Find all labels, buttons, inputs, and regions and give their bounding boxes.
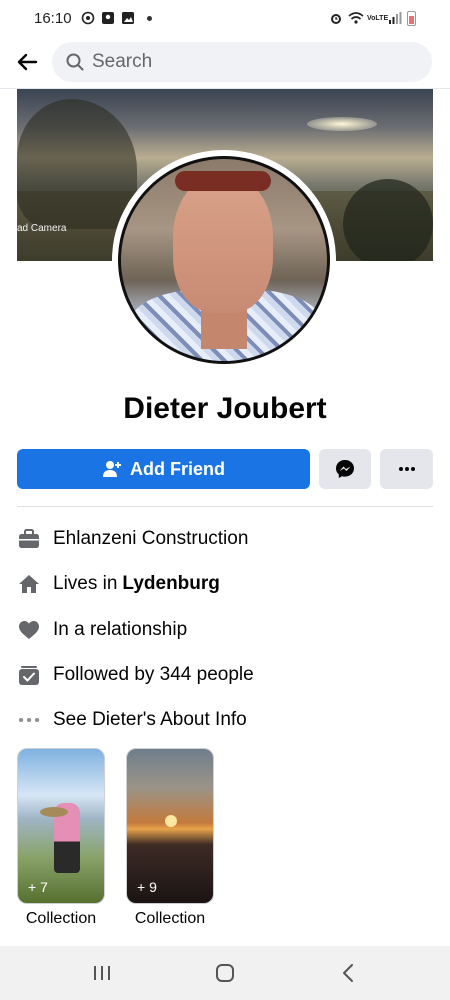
add-friend-label: Add Friend — [130, 458, 225, 479]
house-icon — [17, 572, 41, 596]
add-person-icon — [103, 461, 121, 477]
followers-text: Followed by 344 people — [53, 664, 254, 685]
profile-picture[interactable] — [112, 150, 336, 370]
shield-app-icon — [101, 11, 115, 25]
collection-count: + 9 — [137, 879, 157, 895]
thumb-fish — [40, 807, 68, 817]
home-icon — [215, 964, 234, 982]
search-placeholder: Search — [92, 51, 153, 72]
notification-dot — [146, 15, 152, 21]
briefcase-icon — [17, 527, 41, 551]
volte-icon: VoLTE — [367, 14, 389, 22]
more-options-button[interactable] — [380, 449, 433, 489]
info-followers: Followed by 344 people — [17, 660, 433, 690]
avatar-image — [118, 156, 330, 364]
avatar-face — [173, 175, 273, 313]
recent-apps-button[interactable] — [82, 953, 122, 993]
nav-back-icon — [343, 964, 354, 982]
image-icon — [121, 11, 135, 25]
thumb-sun — [165, 815, 177, 827]
recent-apps-icon — [93, 966, 110, 980]
alarm-icon — [329, 11, 343, 25]
home-button[interactable] — [205, 953, 245, 993]
signal-icon — [388, 11, 402, 25]
collection-thumbnail: + 7 — [17, 748, 105, 904]
collection-label: Collection — [25, 910, 97, 927]
avatar-sunglasses — [175, 171, 271, 191]
status-bar: 16:10 VoLTE — [0, 0, 450, 36]
collection-card[interactable]: + 9 Collection — [126, 748, 214, 928]
system-nav-bar — [0, 946, 450, 1000]
info-work: Ehlanzeni Construction — [17, 524, 433, 554]
search-icon — [66, 53, 84, 71]
messenger-button[interactable] — [319, 449, 371, 489]
collection-card[interactable]: + 7 Collection — [17, 748, 105, 928]
about-text: See Dieter's About Info — [53, 709, 247, 730]
more-dots-icon — [398, 467, 415, 471]
followers-icon — [17, 663, 41, 687]
info-lives: Lives in Lydenburg — [17, 569, 433, 599]
search-input[interactable]: Search — [52, 42, 432, 82]
lives-city[interactable]: Lydenburg — [122, 573, 219, 595]
info-relationship: In a relationship — [17, 615, 433, 645]
section-divider — [17, 506, 433, 507]
wifi-icon — [348, 11, 364, 25]
collection-thumbnail: + 9 — [126, 748, 214, 904]
arrow-left-icon — [17, 53, 38, 71]
ellipsis-icon — [17, 708, 41, 732]
messenger-icon — [336, 460, 354, 478]
cover-sun — [307, 117, 377, 131]
system-back-button[interactable] — [328, 953, 368, 993]
collection-label: Collection — [134, 910, 206, 927]
collection-count: + 7 — [28, 879, 48, 895]
work-text: Ehlanzeni Construction — [53, 528, 249, 549]
cover-tree — [343, 179, 433, 261]
relationship-text: In a relationship — [53, 619, 188, 640]
battery-icon — [407, 10, 416, 26]
status-time: 16:10 — [34, 9, 72, 27]
cover-tree — [17, 99, 137, 229]
see-about-info-link[interactable]: See Dieter's About Info — [17, 705, 433, 735]
add-friend-button[interactable]: Add Friend — [17, 449, 310, 489]
heart-icon — [17, 618, 41, 642]
search-header: Search — [0, 40, 450, 84]
at-sign-icon — [81, 11, 95, 25]
cover-caption: ad Camera — [17, 223, 67, 234]
lives-prefix: Lives in — [53, 573, 118, 594]
profile-name: Dieter Joubert — [123, 392, 327, 425]
back-button[interactable] — [12, 47, 42, 77]
